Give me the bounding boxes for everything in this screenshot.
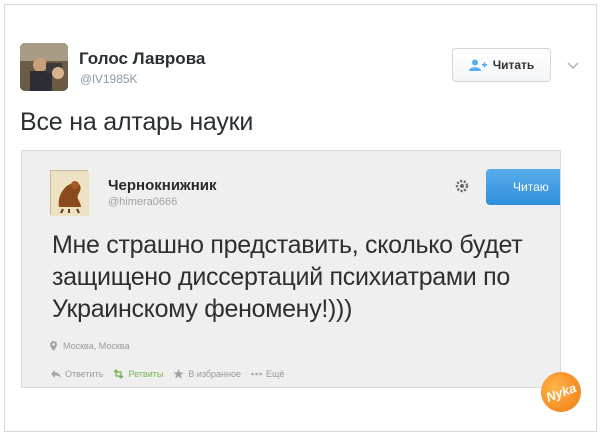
embedded-author-handle: @himera0666: [108, 196, 178, 208]
follow-button[interactable]: Читать: [452, 48, 551, 82]
embedded-location-text: Москва, Москва: [63, 341, 130, 351]
retweet-icon: [114, 369, 124, 379]
follow-user-icon: [468, 59, 487, 71]
follow-button-label: Читать: [492, 58, 535, 72]
more-dots-icon: [251, 372, 262, 376]
embedded-tweet-text: Мне страшно представить, сколько будет з…: [52, 231, 523, 323]
gear-icon: [455, 179, 469, 193]
embedded-retweet-action: Ретвиты: [113, 369, 163, 379]
embedded-tweet-screenshot: Чернокнижник @himera0666 Читаю Мне страш…: [21, 150, 561, 388]
embedded-more-action: Ещё: [251, 369, 284, 379]
tweet-text: Все на алтарь науки: [20, 108, 254, 136]
author-handle[interactable]: @lV1985K: [80, 72, 138, 86]
star-icon: [173, 369, 184, 379]
author-avatar[interactable]: [20, 43, 68, 91]
embedded-follow-label: Читаю: [513, 180, 549, 194]
embedded-author-name: Чернокнижник: [108, 177, 217, 194]
embedded-follow-button: Читаю: [486, 169, 560, 205]
embedded-reply-action: Ответить: [50, 369, 103, 379]
chevron-down-icon[interactable]: [566, 58, 580, 72]
embedded-actions-bar: Ответить Ретвиты В избранное Ещё: [50, 369, 290, 379]
embedded-favorite-action: В избранное: [173, 369, 241, 379]
author-name[interactable]: Голос Лаврова: [79, 49, 205, 69]
reply-icon: [51, 370, 61, 378]
location-pin-icon: [50, 341, 57, 351]
embedded-author-avatar: [50, 170, 89, 216]
embedded-location: Москва, Москва: [50, 341, 129, 351]
